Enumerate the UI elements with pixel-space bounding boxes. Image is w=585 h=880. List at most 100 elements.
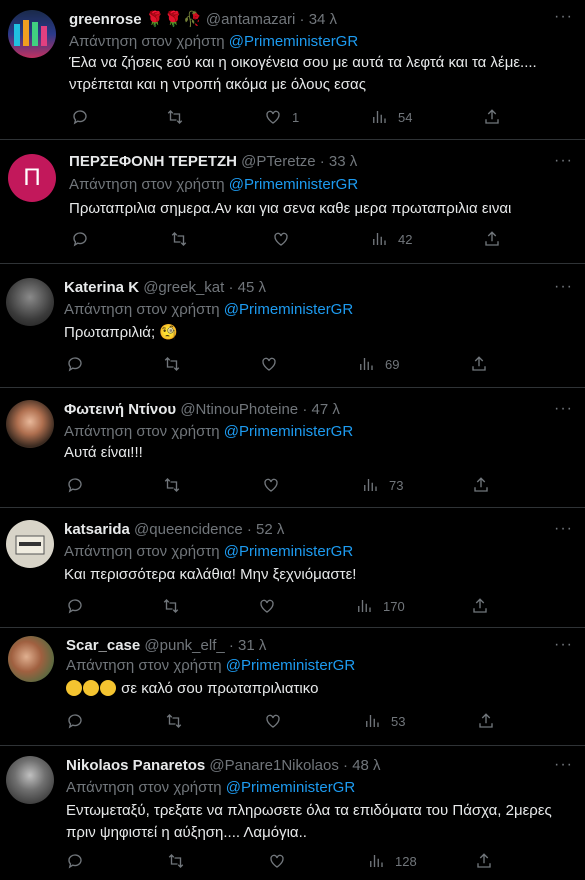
more-icon[interactable]: ···	[554, 400, 573, 418]
timestamp[interactable]: · 47 λ	[302, 401, 340, 418]
like-icon	[274, 232, 288, 246]
mention-link[interactable]: @PrimeministerGR	[226, 779, 355, 796]
avatar[interactable]	[6, 400, 54, 448]
tweet-text-line: Έλα να ζήσεις εσύ και η οικογένεια σου μ…	[69, 54, 537, 71]
tweet-5[interactable]: katsarida @queencidence · 52 λ ··· Απάντ…	[0, 508, 585, 628]
timestamp[interactable]: · 52 λ	[247, 521, 285, 538]
like-button[interactable]: 1	[264, 108, 299, 126]
share-button[interactable]	[483, 108, 501, 126]
views-button[interactable]: 170	[355, 597, 405, 615]
more-icon[interactable]: ···	[554, 520, 573, 538]
avatar[interactable]: Π	[8, 154, 56, 202]
reply-button[interactable]	[66, 712, 84, 730]
author-handle[interactable]: @queencidence	[134, 521, 243, 538]
avatar[interactable]	[6, 278, 54, 326]
views-button[interactable]: 53	[363, 712, 405, 730]
more-icon[interactable]: ···	[554, 278, 573, 296]
author-name[interactable]: ΠΕΡΣΕΦΟΝΗ ΤΕΡΕΤΖΗ	[69, 153, 237, 170]
view-count: 128	[395, 853, 417, 869]
tweet-text-line: ντρέπεται και η ντροπή ακόμα με όλους εσ…	[69, 76, 366, 93]
mention-link[interactable]: @PrimeministerGR	[224, 543, 353, 560]
share-button[interactable]	[483, 230, 501, 248]
tweet-1[interactable]: greenrose 🌹🌹🥀 @antamazari · 34 λ ··· Απά…	[0, 0, 585, 140]
retweet-button[interactable]	[162, 597, 180, 615]
retweet-icon	[164, 357, 180, 371]
timestamp[interactable]: · 45 λ	[228, 279, 266, 296]
author-name[interactable]: greenrose	[69, 11, 142, 28]
reply-icon	[68, 357, 82, 372]
more-icon[interactable]: ···	[554, 152, 573, 170]
author-handle[interactable]: @Panare1Nikolaos	[209, 757, 338, 774]
timestamp[interactable]: · 34 λ	[300, 11, 338, 28]
tweet-3[interactable]: Katerina K @greek_kat · 45 λ ··· Απάντησ…	[0, 264, 585, 388]
reply-button[interactable]	[71, 108, 89, 126]
like-button[interactable]	[258, 597, 276, 615]
like-button[interactable]	[262, 476, 280, 494]
tweet-6[interactable]: Scar_case @punk_elf_ · 31 λ ··· Απάντηση…	[0, 628, 585, 746]
author-name[interactable]: Scar_case	[66, 637, 140, 654]
reply-context: Απάντηση στον χρήστη @PrimeministerGR	[69, 32, 358, 52]
like-button[interactable]	[268, 852, 286, 870]
tweet-text: Αυτά είναι!!!	[64, 442, 143, 464]
mention-link[interactable]: @PrimeministerGR	[224, 423, 353, 440]
like-button[interactable]	[260, 355, 278, 373]
timestamp[interactable]: · 48 λ	[343, 757, 381, 774]
views-button[interactable]: 69	[357, 355, 399, 373]
reply-button[interactable]	[66, 852, 84, 870]
tweet-2[interactable]: Π ΠΕΡΣΕΦΟΝΗ ΤΕΡΕΤΖΗ @PTeretze · 33 λ ···…	[0, 140, 585, 264]
timestamp[interactable]: · 31 λ	[229, 637, 267, 654]
author-name[interactable]: katsarida	[64, 521, 130, 538]
author-handle[interactable]: @antamazari	[206, 11, 295, 28]
tweet-4[interactable]: Φωτεινή Ντίνου @NtinouPhoteine · 47 λ ··…	[0, 388, 585, 508]
views-button[interactable]: 54	[370, 108, 412, 126]
author-handle[interactable]: @punk_elf_	[144, 637, 224, 654]
author-name[interactable]: Nikolaos Panaretos	[66, 757, 205, 774]
avatar[interactable]	[8, 636, 54, 682]
like-button[interactable]	[264, 712, 282, 730]
author-name[interactable]: Katerina K	[64, 279, 139, 296]
share-button[interactable]	[471, 597, 489, 615]
author-name[interactable]: Φωτεινή Ντίνου	[64, 401, 176, 418]
like-icon	[266, 110, 280, 124]
avatar[interactable]	[6, 756, 54, 804]
share-button[interactable]	[475, 852, 493, 870]
action-bar: 1 54	[0, 108, 585, 128]
retweet-button[interactable]	[170, 230, 188, 248]
timestamp[interactable]: · 33 λ	[320, 153, 358, 170]
reply-button[interactable]	[66, 476, 84, 494]
reply-context: Απάντηση στον χρήστη @PrimeministerGR	[66, 778, 355, 798]
reply-prefix: Απάντηση στον χρήστη	[69, 33, 225, 50]
tweet-7[interactable]: Nikolaos Panaretos @Panare1Nikolaos · 48…	[0, 746, 585, 880]
avatar[interactable]	[6, 520, 54, 568]
avatar[interactable]	[8, 10, 56, 58]
author-handle[interactable]: @greek_kat	[143, 279, 224, 296]
retweet-button[interactable]	[165, 712, 183, 730]
share-button[interactable]	[472, 476, 490, 494]
views-button[interactable]: 128	[367, 852, 417, 870]
author-handle[interactable]: @PTeretze	[241, 153, 315, 170]
mention-link[interactable]: @PrimeministerGR	[226, 657, 355, 674]
mention-link[interactable]: @PrimeministerGR	[229, 176, 358, 193]
retweet-button[interactable]	[163, 476, 181, 494]
like-icon	[260, 599, 274, 613]
views-icon	[370, 855, 383, 867]
share-button[interactable]	[470, 355, 488, 373]
retweet-button[interactable]	[167, 852, 185, 870]
author-handle[interactable]: @NtinouPhoteine	[180, 401, 298, 418]
mention-link[interactable]: @PrimeministerGR	[224, 301, 353, 318]
retweet-button[interactable]	[163, 355, 181, 373]
like-button[interactable]	[272, 230, 290, 248]
views-button[interactable]: 42	[370, 230, 412, 248]
retweet-button[interactable]	[166, 108, 184, 126]
more-icon[interactable]: ···	[554, 8, 573, 26]
views-button[interactable]: 73	[361, 476, 403, 494]
share-button[interactable]	[477, 712, 495, 730]
reply-context: Απάντηση στον χρήστη @PrimeministerGR	[66, 656, 355, 676]
tweet-text-line: πριν ψηφιστεί η αύξηση.... Λαμόγια..	[66, 824, 307, 841]
reply-button[interactable]	[66, 597, 84, 615]
more-icon[interactable]: ···	[554, 636, 573, 654]
more-icon[interactable]: ···	[554, 756, 573, 774]
reply-button[interactable]	[71, 230, 89, 248]
mention-link[interactable]: @PrimeministerGR	[229, 33, 358, 50]
reply-button[interactable]	[66, 355, 84, 373]
